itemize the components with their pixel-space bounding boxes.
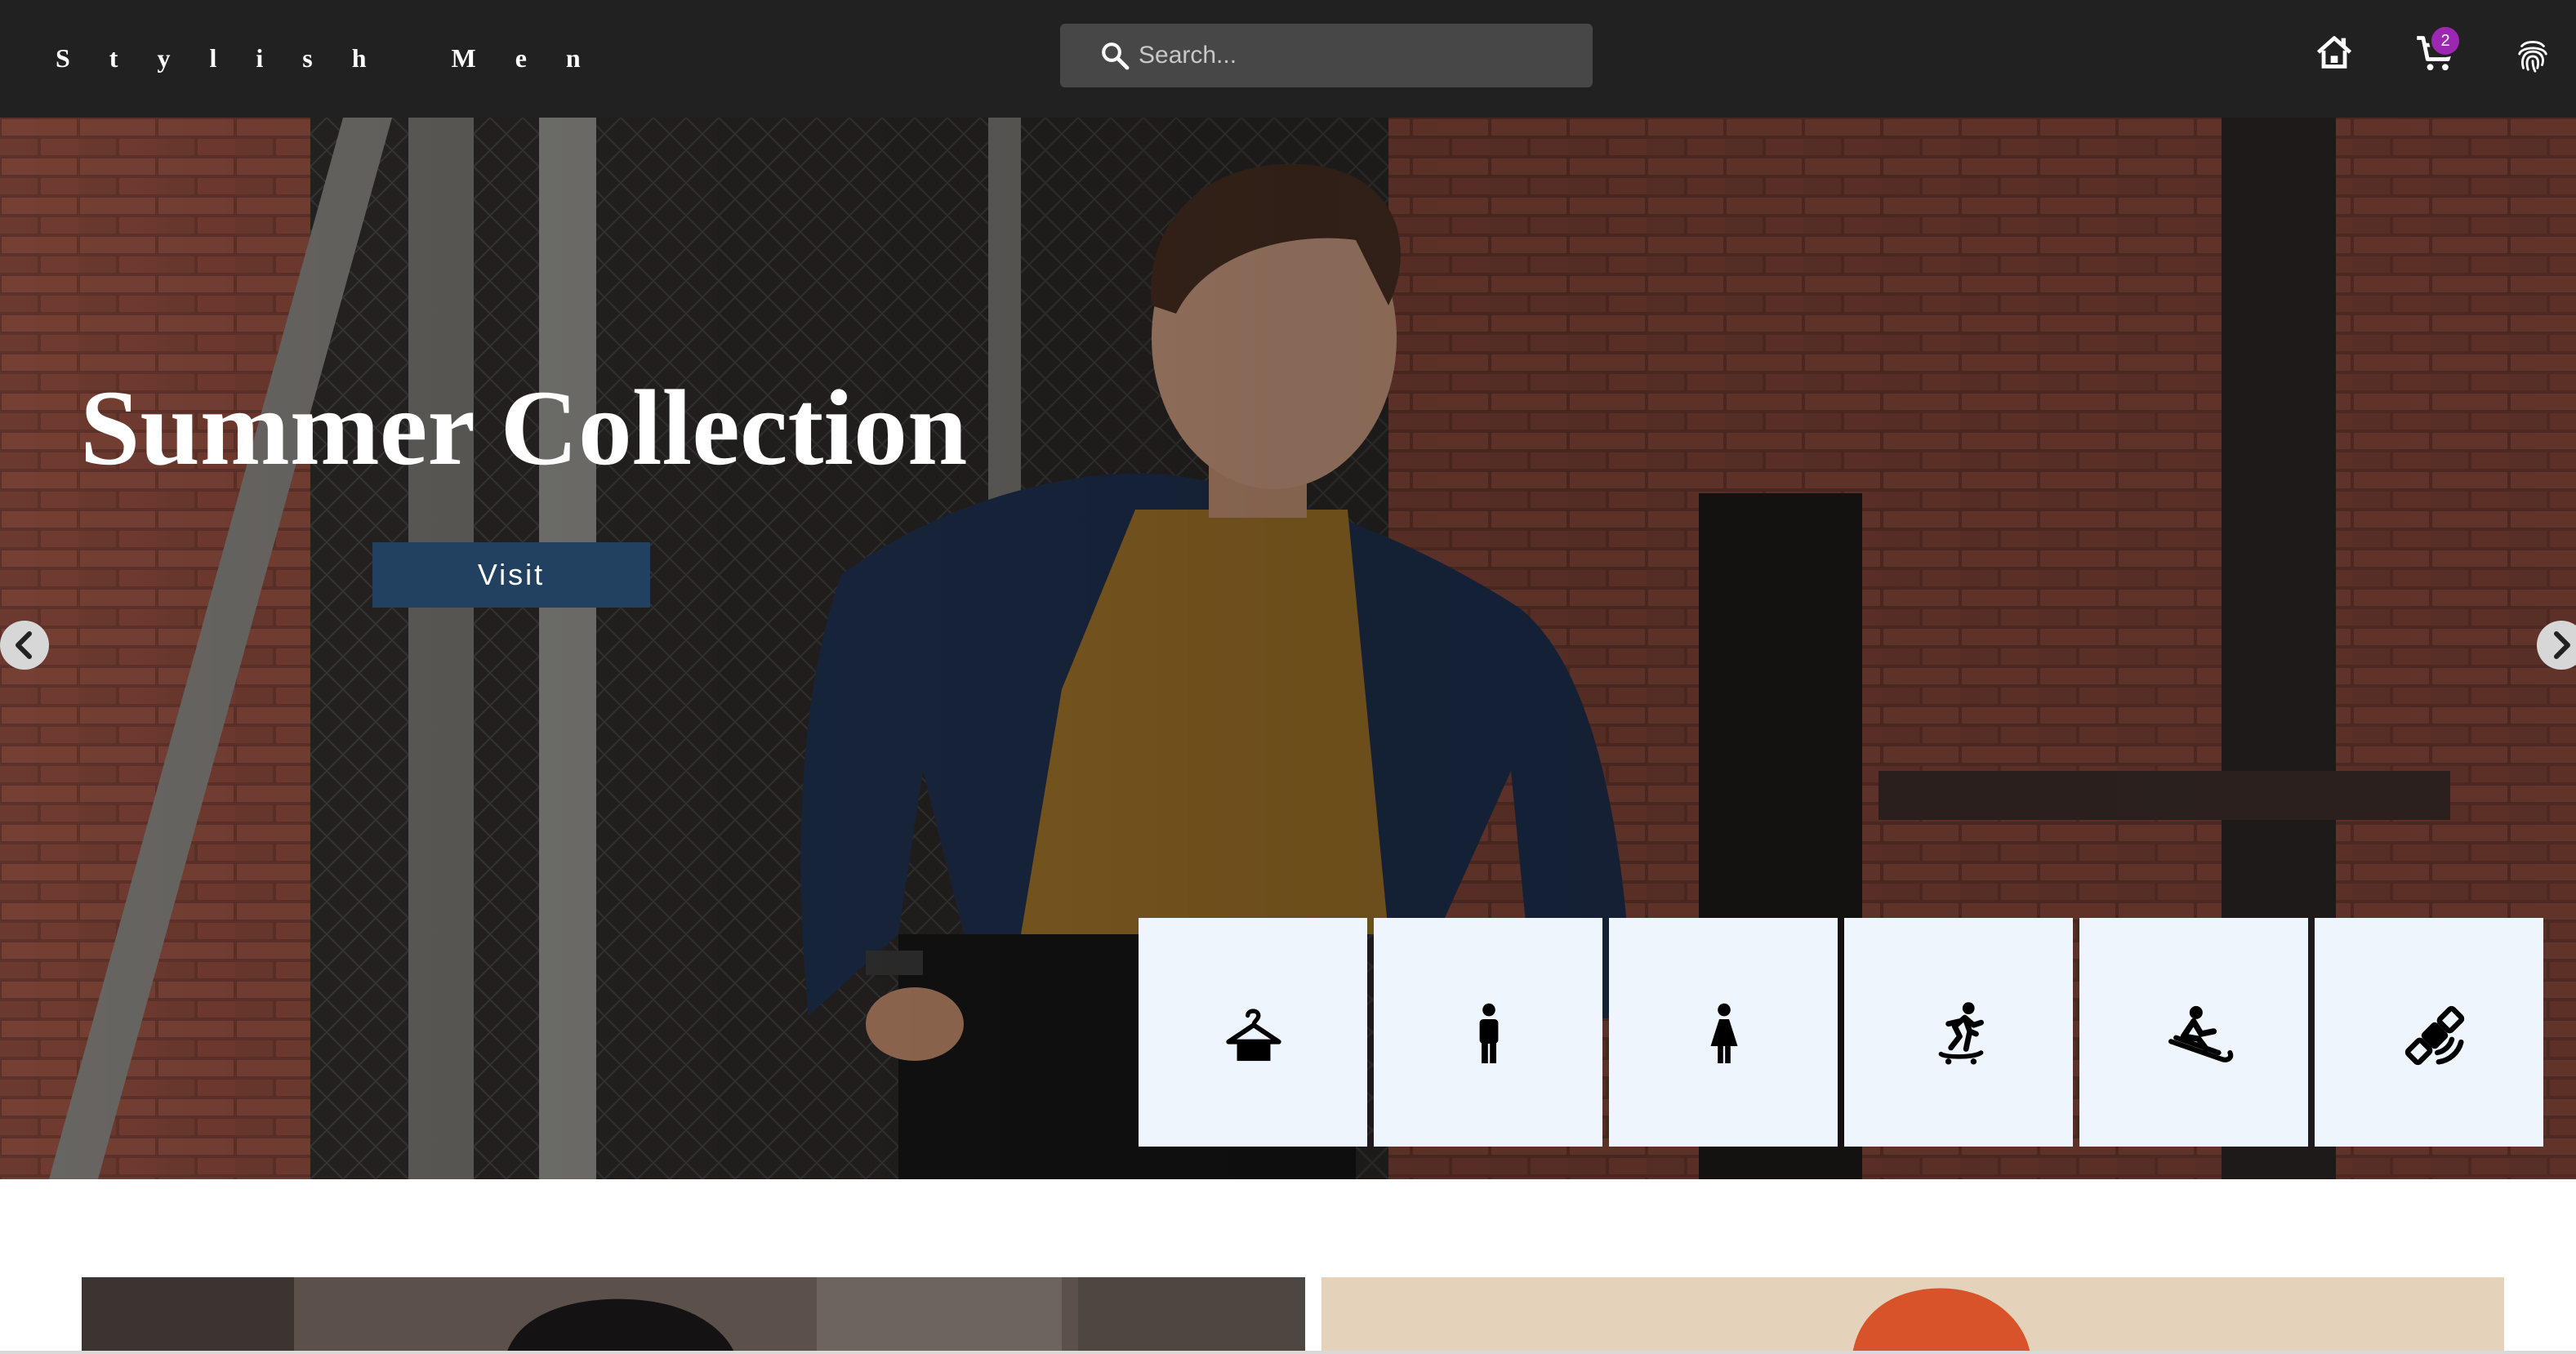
top-navigation-bar: S t y l i s h M e n 2	[0, 0, 2576, 118]
promo-card-left[interactable]	[82, 1277, 1305, 1354]
visit-button[interactable]: Visit	[372, 542, 650, 608]
carousel-prev-button[interactable]	[0, 621, 49, 670]
woman-icon	[1710, 1003, 1738, 1063]
search-icon	[1102, 42, 1130, 70]
skateboarding-icon	[1938, 1002, 1984, 1065]
man-portrait-photo	[82, 1277, 1305, 1354]
satellite-icon	[2404, 1005, 2465, 1066]
cart-count-badge: 2	[2429, 24, 2462, 57]
hero-carousel: Summer Collection Visit	[0, 118, 2576, 1179]
carousel-next-button[interactable]	[2537, 621, 2576, 670]
search-input[interactable]	[1139, 24, 1580, 87]
brand-logo[interactable]: S t y l i s h M e n	[56, 38, 597, 78]
home-icon[interactable]	[2313, 31, 2355, 73]
sledding-icon	[2168, 1005, 2234, 1062]
category-tile-skateboarding[interactable]	[1844, 918, 2073, 1147]
hero-title: Summer Collection	[80, 367, 968, 488]
chevron-left-icon	[16, 631, 32, 659]
page-divider	[0, 1351, 2576, 1354]
orange-beanie-photo	[1321, 1277, 2504, 1354]
hanger-icon	[1226, 1009, 1281, 1062]
category-tile-women[interactable]	[1609, 918, 1838, 1147]
category-tile-hangers[interactable]	[1139, 918, 1367, 1147]
category-tile-sledding[interactable]	[2079, 918, 2308, 1147]
category-tile-satellite[interactable]	[2315, 918, 2543, 1147]
category-tile-men[interactable]	[1374, 918, 1602, 1147]
search-box[interactable]	[1060, 24, 1593, 87]
promo-card-right[interactable]	[1321, 1277, 2504, 1354]
chevron-right-icon	[2554, 631, 2570, 659]
fingerprint-icon[interactable]	[2514, 36, 2551, 75]
man-icon	[1479, 1003, 1499, 1063]
